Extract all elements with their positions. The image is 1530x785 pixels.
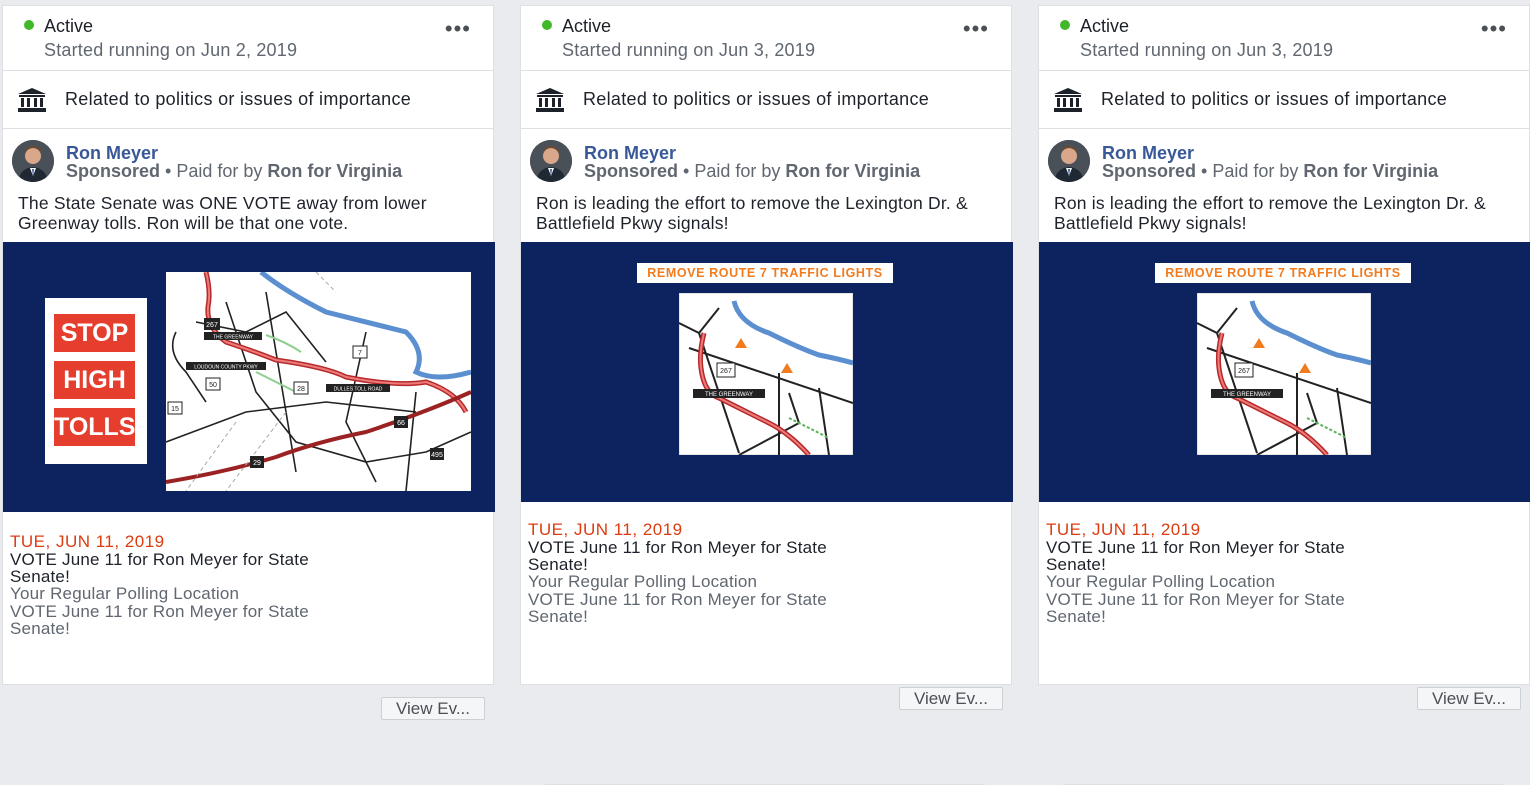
map-label: 7 (358, 350, 362, 357)
creative-banner: REMOVE ROUTE 7 TRAFFIC LIGHTS (1155, 263, 1411, 283)
sponsored-label: Sponsored (66, 161, 161, 181)
map-label: DULLES TOLL ROAD (334, 387, 383, 393)
status-section: Active Started running on Jun 2, 2019 ••… (3, 6, 493, 71)
stop-word: STOP (54, 314, 135, 352)
paid-for-prefix: • Paid for by (1201, 161, 1299, 181)
status-label: Active (44, 16, 94, 36)
toll-map: 267 THE GREENWAY LOUDOUN COUNTY PKWY 50 … (166, 272, 471, 491)
event-location: Your Regular Polling Location (528, 572, 758, 591)
stop-word: TOLLS (54, 408, 135, 446)
category-section: Related to politics or issues of importa… (521, 71, 1011, 129)
stop-high-tolls-panel: STOP HIGH TOLLS (45, 298, 147, 464)
map-label: THE GREENWAY (213, 335, 254, 341)
map-label: 28 (297, 386, 305, 393)
status-section: Active Started running on Jun 3, 2019 ••… (1039, 6, 1529, 71)
sponsored-line: Sponsored • Paid for by Ron for Virginia (66, 161, 402, 182)
ad-card-2: Active Started running on Jun 3, 2019 ••… (520, 5, 1013, 785)
ad-creative-image[interactable]: STOP HIGH TOLLS 267 THE GREENWAY LOUDOUN… (3, 242, 495, 512)
traffic-lights-map: 267 THE GREENWAY (679, 293, 853, 455)
ad-card-3: Active Started running on Jun 3, 2019 ••… (1038, 5, 1530, 785)
avatar[interactable] (1048, 140, 1090, 182)
ad-text: The State Senate was ONE VOTE away from … (18, 193, 427, 233)
category-label: Related to politics or issues of importa… (1101, 89, 1448, 109)
started-date: Started running on Jun 3, 2019 (562, 40, 816, 60)
event-date: TUE, JUN 11, 2019 (1046, 520, 1201, 539)
started-date: Started running on Jun 3, 2019 (1080, 40, 1334, 60)
map-label: THE GREENWAY (1223, 392, 1271, 398)
event-title[interactable]: VOTE June 11 for Ron Meyer for State Sen… (528, 539, 888, 573)
event-info: TUE, JUN 11, 2019 VOTE June 11 for Ron M… (10, 532, 370, 638)
ad-text: Ron is leading the effort to remove the … (1054, 193, 1486, 233)
more-options-icon[interactable]: ••• (445, 18, 471, 40)
status-dot-icon (1060, 20, 1070, 30)
map-label: THE GREENWAY (705, 392, 753, 398)
sponsored-label: Sponsored (1102, 161, 1197, 181)
event-info: TUE, JUN 11, 2019 VOTE June 11 for Ron M… (528, 520, 888, 626)
map-label: 267 (206, 322, 218, 329)
paid-for-prefix: • Paid for by (165, 161, 263, 181)
more-options-icon[interactable]: ••• (963, 18, 989, 40)
payer-name: Ron for Virginia (267, 161, 403, 181)
status-dot-icon (24, 20, 34, 30)
avatar[interactable] (12, 140, 54, 182)
paid-for-prefix: • Paid for by (683, 161, 781, 181)
event-location: Your Regular Polling Location (1046, 572, 1276, 591)
event-info: TUE, JUN 11, 2019 VOTE June 11 for Ron M… (1046, 520, 1406, 626)
started-date: Started running on Jun 2, 2019 (44, 40, 298, 60)
payer-name: Ron for Virginia (785, 161, 921, 181)
status-section: Active Started running on Jun 3, 2019 ••… (521, 6, 1011, 71)
avatar[interactable] (530, 140, 572, 182)
map-label: 495 (431, 452, 443, 459)
payer-name: Ron for Virginia (1303, 161, 1439, 181)
status-label: Active (562, 16, 612, 36)
event-title[interactable]: VOTE June 11 for Ron Meyer for State Sen… (10, 551, 370, 585)
category-section: Related to politics or issues of importa… (3, 71, 493, 129)
event-date: TUE, JUN 11, 2019 (528, 520, 683, 539)
category-label: Related to politics or issues of importa… (65, 89, 412, 109)
map-label: LOUDOUN COUNTY PKWY (194, 365, 258, 371)
traffic-lights-map: 267 THE GREENWAY (1197, 293, 1371, 455)
government-building-icon (536, 88, 564, 112)
status-dot-icon (542, 20, 552, 30)
government-building-icon (1054, 88, 1082, 112)
event-title[interactable]: VOTE June 11 for Ron Meyer for State Sen… (1046, 539, 1406, 573)
map-label: 50 (209, 382, 217, 389)
ad-creative-image[interactable]: REMOVE ROUTE 7 TRAFFIC LIGHTS 267 THE GR… (1039, 242, 1530, 502)
stop-word: HIGH (54, 361, 135, 399)
view-event-button[interactable]: View Ev... (381, 697, 485, 720)
sponsored-line: Sponsored • Paid for by Ron for Virginia (584, 161, 920, 182)
event-location: Your Regular Polling Location (10, 584, 240, 603)
map-label: 267 (720, 368, 732, 375)
more-options-icon[interactable]: ••• (1481, 18, 1507, 40)
ad-creative-image[interactable]: REMOVE ROUTE 7 TRAFFIC LIGHTS 267 THE GR… (521, 242, 1013, 502)
event-date: TUE, JUN 11, 2019 (10, 532, 165, 551)
event-description: VOTE June 11 for Ron Meyer for State Sen… (528, 590, 827, 626)
view-event-button[interactable]: View Ev... (1417, 687, 1521, 710)
view-event-button[interactable]: View Ev... (899, 687, 1003, 710)
map-label: 15 (171, 406, 179, 413)
map-label: 267 (1238, 368, 1250, 375)
event-description: VOTE June 11 for Ron Meyer for State Sen… (10, 602, 309, 638)
ad-card-1: Active Started running on Jun 2, 2019 ••… (2, 5, 495, 720)
map-label: 66 (397, 420, 405, 427)
category-label: Related to politics or issues of importa… (583, 89, 930, 109)
status-label: Active (1080, 16, 1130, 36)
event-description: VOTE June 11 for Ron Meyer for State Sen… (1046, 590, 1345, 626)
sponsored-label: Sponsored (584, 161, 679, 181)
map-label: 29 (253, 460, 261, 467)
ad-text: Ron is leading the effort to remove the … (536, 193, 968, 233)
sponsored-line: Sponsored • Paid for by Ron for Virginia (1102, 161, 1438, 182)
government-building-icon (18, 88, 46, 112)
creative-banner: REMOVE ROUTE 7 TRAFFIC LIGHTS (637, 263, 893, 283)
category-section: Related to politics or issues of importa… (1039, 71, 1529, 129)
